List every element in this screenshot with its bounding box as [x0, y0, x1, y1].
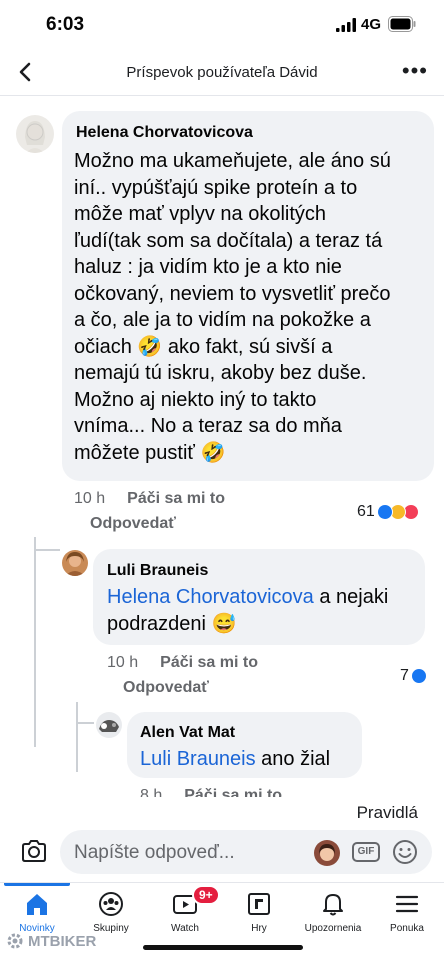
groups-icon: [99, 892, 123, 916]
gif-button[interactable]: GIF: [352, 842, 380, 862]
reaction-count: 61: [357, 503, 375, 520]
comment-line: vníma... No a teraz sa do mňa: [74, 415, 342, 437]
avatar-sticker-image: [319, 844, 335, 861]
tab-label: Upozornenia: [304, 923, 362, 934]
watermark-text: MTBIKER: [28, 932, 97, 950]
comments-list[interactable]: Helena Chorvatovicova Možno ma ukameňuje…: [0, 97, 444, 797]
comment-line: môže mať vplyv na okolitých: [74, 203, 327, 225]
reply-button[interactable]: Odpovedať: [90, 515, 176, 533]
comment-meta: 8 h Páči sa mi to: [140, 787, 282, 797]
gear-icon: [7, 933, 23, 949]
avatar-helena[interactable]: [16, 115, 54, 153]
watermark: MTBIKER: [6, 932, 96, 950]
thread-line: [34, 549, 60, 551]
avatar-image: [65, 552, 85, 576]
emoji-icon[interactable]: [392, 839, 418, 865]
comment-line: Možno aj niekto iný to takto: [74, 388, 317, 411]
thread-line: [34, 537, 36, 747]
reply-button[interactable]: Odpovedať: [123, 679, 209, 697]
reaction-summary[interactable]: 61: [357, 503, 419, 521]
comment-text: Helena Chorvatovicova a nejaki podrazden…: [107, 584, 388, 637]
like-reaction-icon: [410, 668, 427, 684]
comment-line: Helena Chorvatovicova a nejaki: [107, 584, 388, 611]
comment-line: ľudí(tak som sa dočítala) a teraz tá: [74, 229, 383, 252]
tab-watch[interactable]: 9+ Watch: [148, 883, 222, 943]
comment-line: očiach 🤣 ako fakt, sú sivší a: [74, 335, 333, 358]
status-time: 6:03: [46, 14, 85, 35]
comment-time: 10 h: [107, 654, 139, 671]
comment-author[interactable]: Alen Vat Mat: [140, 724, 235, 742]
like-button[interactable]: Páči sa mi to: [127, 490, 225, 507]
comment-meta: 10 h Páči sa mi to: [107, 654, 258, 672]
reply-composer: Napíšte odpoveď... GIF: [0, 828, 444, 878]
comment-line: Luli Brauneis ano žial: [140, 746, 330, 773]
like-reaction-icon: [376, 504, 393, 520]
reaction-count: 7: [400, 667, 409, 684]
comment-line: očkovaný, neviem to vysvetliť prečo: [74, 282, 391, 305]
page-title: Príspevok používateľa Dávid: [126, 64, 318, 81]
comment-line: iní.. vypúšťajú spike proteín a to: [74, 176, 358, 199]
avatar-alen[interactable]: [96, 712, 122, 738]
home-indicator: [143, 945, 303, 950]
mention-link[interactable]: Luli Brauneis: [140, 748, 256, 770]
tab-label: Hry: [251, 923, 267, 934]
avatar-image: [25, 121, 45, 153]
comment-line: haluz : ja vidím kto je a kto nie: [74, 256, 342, 278]
mention-link[interactable]: Helena Chorvatovicova: [107, 586, 314, 608]
thread-line: [76, 722, 94, 724]
comment-line: môžete pustiť 🤣: [74, 441, 226, 464]
top-navigation: Príspevok používateľa Dávid •••: [0, 50, 444, 96]
like-button[interactable]: Páči sa mi to: [160, 654, 258, 671]
comment-author[interactable]: Luli Brauneis: [107, 562, 208, 580]
notification-badge: 9+: [192, 885, 220, 905]
camera-icon[interactable]: [20, 838, 48, 864]
games-icon: [248, 893, 270, 915]
menu-icon: [395, 895, 419, 913]
battery-icon: [388, 16, 416, 32]
comment-text: Luli Brauneis ano žial: [140, 746, 330, 773]
rules-link[interactable]: Pravidlá: [357, 803, 418, 823]
reply-placeholder: Napíšte odpoveď...: [74, 842, 235, 863]
comment-time: 8 h: [140, 787, 163, 797]
bell-icon: [323, 894, 343, 916]
reply-input[interactable]: Napíšte odpoveď... GIF: [60, 830, 432, 874]
tab-label: Watch: [171, 923, 199, 934]
avatar-image: [99, 720, 119, 732]
tab-label: Ponuka: [390, 923, 424, 934]
network-label: 4G: [361, 16, 382, 33]
thread-line: [76, 702, 78, 772]
like-button[interactable]: Páči sa mi to: [184, 787, 282, 797]
comment-author[interactable]: Helena Chorvatovicova: [76, 124, 253, 142]
tab-upozornenia[interactable]: Upozornenia: [296, 883, 370, 943]
comment-text: Možno ma ukameňujete, ale áno sú iní.. v…: [74, 148, 391, 466]
comment-line: podrazdeni 😅: [107, 612, 237, 635]
more-options-icon[interactable]: •••: [402, 58, 428, 84]
avatar-luli[interactable]: [62, 550, 88, 576]
comment-line: nemajú tú iskru, akoby bez duše.: [74, 362, 367, 384]
comment-text-part: a nejaki: [313, 586, 389, 608]
comment-text-part: ano žial: [255, 748, 331, 770]
comment-line: a čo, ale ja to vidím na pokožke a: [74, 309, 371, 331]
comment-time: 10 h: [74, 490, 106, 507]
tab-ponuka[interactable]: Ponuka: [370, 883, 444, 943]
status-bar: 6:03 4G: [0, 0, 444, 50]
reaction-summary[interactable]: 7: [400, 667, 427, 685]
avatar-sticker-icon[interactable]: [314, 840, 340, 866]
signal-icon: [336, 18, 356, 32]
tab-hry[interactable]: Hry: [222, 883, 296, 943]
comment-line: Možno ma ukameňujete, ale áno sú: [74, 150, 391, 172]
home-icon: [27, 894, 47, 915]
comment-meta: 10 h Páči sa mi to: [74, 490, 225, 508]
